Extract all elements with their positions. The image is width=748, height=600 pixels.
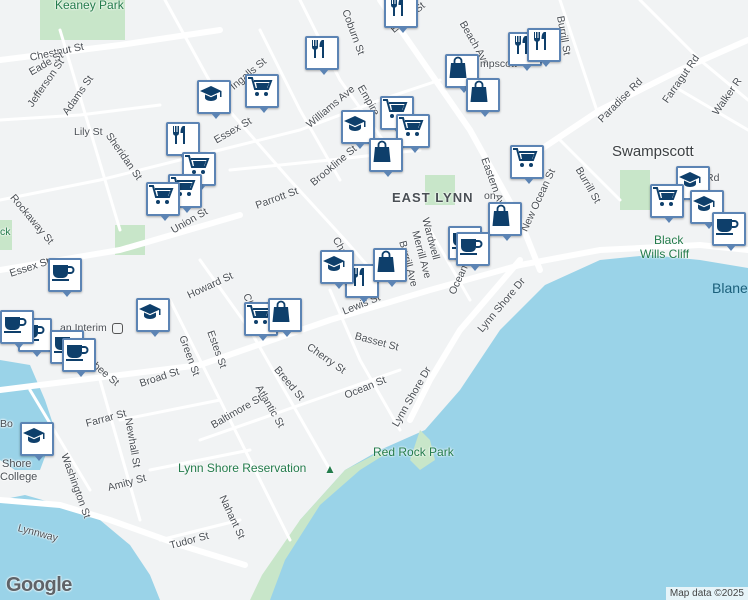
park-label: Lynn Shore Reservation (178, 461, 307, 475)
street-label: on (484, 190, 496, 202)
map-canvas[interactable]: Keaney Park EAST LYNN Swampscott Lynn Sh… (0, 0, 748, 600)
restaurant-pin[interactable] (384, 0, 418, 33)
train-icon (111, 322, 123, 334)
park-label: Black (654, 233, 684, 247)
park-label: Keaney Park (55, 0, 124, 12)
shopping-pin[interactable] (369, 138, 403, 177)
grocery-pin[interactable] (510, 145, 544, 184)
street-label: Bo (0, 418, 13, 430)
school-pin[interactable] (320, 250, 354, 289)
shopping-pin[interactable] (373, 248, 407, 287)
neighborhood-label: EAST LYNN (392, 190, 474, 205)
cafe-pin[interactable] (456, 232, 490, 271)
school-pin[interactable] (197, 80, 231, 119)
cafe-pin[interactable] (712, 212, 746, 251)
grocery-pin[interactable] (650, 184, 684, 223)
restaurant-pin[interactable] (166, 122, 200, 161)
park-icon: ▲ (324, 462, 336, 476)
cafe-pin[interactable] (0, 310, 34, 349)
cafe-pin[interactable] (62, 338, 96, 377)
school-pin[interactable] (20, 422, 54, 461)
town-label: Swampscott (612, 143, 694, 160)
cafe-pin[interactable] (48, 258, 82, 297)
grocery-pin[interactable] (245, 74, 279, 113)
school-pin[interactable] (136, 298, 170, 337)
place-label: College (0, 471, 38, 483)
restaurant-pin[interactable] (305, 36, 339, 75)
park-label: Red Rock Park (373, 445, 454, 459)
water-label: Blane (712, 280, 748, 296)
place-label: Shore (2, 458, 32, 470)
restaurant-pin[interactable] (527, 28, 561, 67)
google-logo: Google (6, 574, 72, 596)
shopping-pin[interactable] (488, 202, 522, 241)
grocery-pin[interactable] (146, 182, 180, 221)
park-label: Wills Cliff (640, 247, 690, 261)
map-attribution[interactable]: Map data ©2025 (665, 587, 748, 600)
shopping-pin[interactable] (466, 78, 500, 117)
park-label: ck (0, 226, 11, 238)
street-label: Lily St (74, 126, 103, 138)
shopping-pin[interactable] (268, 298, 302, 337)
